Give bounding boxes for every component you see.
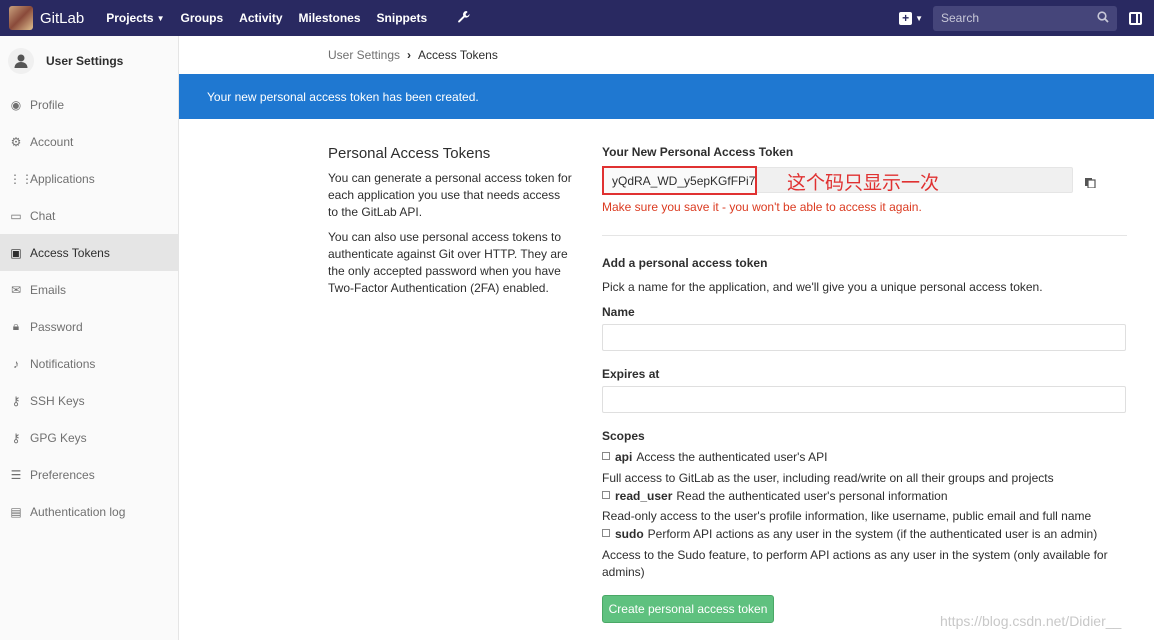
sidebar-item-access-tokens[interactable]: ▣ Access Tokens (0, 234, 178, 271)
brand-name: GitLab (40, 9, 85, 27)
add-token-intro: Pick a name for the application, and we'… (602, 280, 1043, 294)
create-token-button[interactable]: Create personal access token (602, 595, 774, 623)
user-avatar-icon (8, 48, 34, 74)
sidebar-item-label: Profile (30, 97, 65, 112)
sidebar-title: User Settings (46, 54, 124, 68)
scope-summary: Access the authenticated user's API (636, 450, 828, 464)
scopes-label: Scopes (602, 429, 645, 443)
sidebar-item-label: Password (30, 319, 83, 334)
access-tokens-icon: ▣ (10, 245, 22, 260)
search-icon (1097, 10, 1109, 26)
preferences-icon: ☰ (10, 467, 22, 482)
token-warning: Make sure you save it - you won't be abl… (602, 200, 922, 214)
sidebar-item-preferences[interactable]: ☰ Preferences (0, 456, 178, 493)
scope-name: api (615, 450, 633, 464)
created-token-value[interactable]: yQdRA_WD_y5epKGfFPi7 (602, 166, 757, 195)
nav-projects-label: Projects (106, 11, 154, 25)
scope-read-user-detail: Read-only access to the user's profile i… (602, 509, 1092, 523)
sidebar-item-notifications[interactable]: ♪ Notifications (0, 345, 178, 382)
scope-read-user-checkbox[interactable] (602, 491, 610, 499)
scope-api-checkbox[interactable] (602, 452, 610, 460)
sidebar-toggle-icon[interactable] (1129, 11, 1142, 25)
sidebar-item-label: Authentication log (30, 504, 126, 519)
sidebar-item-label: GPG Keys (30, 430, 87, 445)
page-title: Personal Access Tokens (328, 145, 491, 162)
gitlab-logo[interactable]: GitLab (9, 6, 98, 30)
expires-at-label: Expires at (602, 367, 660, 381)
sidebar-item-chat[interactable]: ▭ Chat (0, 197, 178, 234)
breadcrumb-access-tokens[interactable]: Access Tokens (418, 48, 498, 62)
description-paragraph-2: You can also use personal access tokens … (328, 230, 568, 295)
navbar-right: + ▼ Search (899, 0, 1154, 36)
nav-snippets[interactable]: Snippets (377, 11, 428, 25)
nav-groups[interactable]: Groups (180, 11, 223, 25)
scope-summary: Read the authenticated user's personal i… (676, 489, 948, 503)
description-paragraph-1: You can generate a personal access token… (328, 171, 572, 219)
name-field[interactable] (602, 324, 1126, 351)
nav-projects[interactable]: Projects ▼ (106, 11, 164, 25)
scope-sudo-checkbox[interactable] (602, 529, 610, 537)
expires-at-field[interactable] (602, 386, 1126, 413)
chevron-down-icon: ▼ (156, 13, 165, 23)
sidebar-item-account[interactable]: ⚙ Account (0, 123, 178, 160)
search-placeholder: Search (941, 11, 980, 25)
token-annotation: 这个码只显示一次 (787, 172, 940, 194)
watermark: https://blog.csdn.net/Didier__ (940, 613, 1122, 629)
authentication-log-icon: ▤ (10, 504, 22, 519)
new-token-label: Your New Personal Access Token (602, 145, 794, 159)
notifications-icon: ♪ (13, 356, 19, 371)
breadcrumb-user-settings[interactable]: User Settings (328, 48, 400, 62)
chat-icon: ▭ (10, 208, 22, 223)
sidebar-item-label: Notifications (30, 356, 96, 371)
sidebar-item-authentication-log[interactable]: ▤ Authentication log (0, 493, 178, 530)
admin-wrench-icon[interactable] (457, 10, 471, 27)
settings-sidebar: User Settings ◉ Profile ⚙ Account ⋮⋮ Applic… (0, 36, 179, 640)
sidebar-header[interactable]: User Settings (0, 36, 178, 86)
scope-name: read_user (615, 489, 673, 503)
scope-api-detail: Full access to GitLab as the user, inclu… (602, 471, 1054, 485)
plus-icon: + (899, 11, 913, 25)
sidebar-item-label: Account (30, 134, 74, 149)
tokens-description: Personal Access Tokens You can generate … (328, 145, 573, 305)
sidebar-item-profile[interactable]: ◉ Profile (0, 86, 178, 123)
sidebar-item-label: Preferences (30, 467, 95, 482)
section-divider (602, 235, 1127, 236)
scope-summary: Perform API actions as any user in the s… (647, 527, 1098, 541)
add-token-heading: Add a personal access token (602, 256, 768, 270)
name-label: Name (602, 305, 635, 319)
breadcrumb: User Settings › Access Tokens (328, 36, 498, 74)
sidebar-item-label: Chat (30, 208, 56, 223)
chevron-right-icon: › (407, 48, 412, 62)
scope-read-user: read_user Read the authenticated user's … (602, 489, 948, 503)
scope-sudo: sudo Perform API actions as any user in … (602, 527, 1097, 541)
sidebar-item-password[interactable]: 🔒︎ Password (0, 308, 178, 345)
sidebar-item-applications[interactable]: ⋮⋮ Applications (0, 160, 178, 197)
top-navbar: GitLab Projects ▼ Groups Activity Milesto… (0, 0, 1154, 36)
flash-notice: Your new personal access token has been … (179, 74, 1154, 119)
sidebar-item-label: SSH Keys (30, 393, 85, 408)
scope-api: api Access the authenticated user's API (602, 450, 827, 464)
scope-sudo-detail: Access to the Sudo feature, to perform A… (602, 548, 1108, 579)
account-icon: ⚙ (10, 134, 22, 149)
new-dropdown-button[interactable]: + ▼ (899, 11, 923, 25)
applications-icon: ⋮⋮ (9, 171, 33, 186)
gpg-keys-icon: ⚷ (11, 430, 21, 445)
gitlab-logo-icon (9, 6, 33, 30)
sidebar-item-label: Applications (30, 171, 95, 186)
profile-icon: ◉ (10, 97, 22, 112)
sidebar-item-label: Access Tokens (30, 245, 110, 260)
search-input[interactable]: Search (933, 5, 1117, 31)
sidebar-item-gpg-keys[interactable]: ⚷ GPG Keys (0, 419, 178, 456)
password-icon: 🔒︎ (12, 319, 20, 333)
nav-activity[interactable]: Activity (239, 11, 282, 25)
nav-milestones[interactable]: Milestones (299, 11, 361, 25)
sidebar-item-emails[interactable]: ✉ Emails (0, 271, 178, 308)
ssh-keys-icon: ⚷ (11, 393, 21, 408)
emails-icon: ✉ (10, 282, 22, 297)
sidebar-item-ssh-keys[interactable]: ⚷ SSH Keys (0, 382, 178, 419)
copy-clipboard-icon[interactable] (1084, 176, 1096, 191)
sidebar-item-label: Emails (30, 282, 67, 297)
chevron-down-icon: ▼ (915, 13, 923, 23)
scope-name: sudo (615, 527, 644, 541)
